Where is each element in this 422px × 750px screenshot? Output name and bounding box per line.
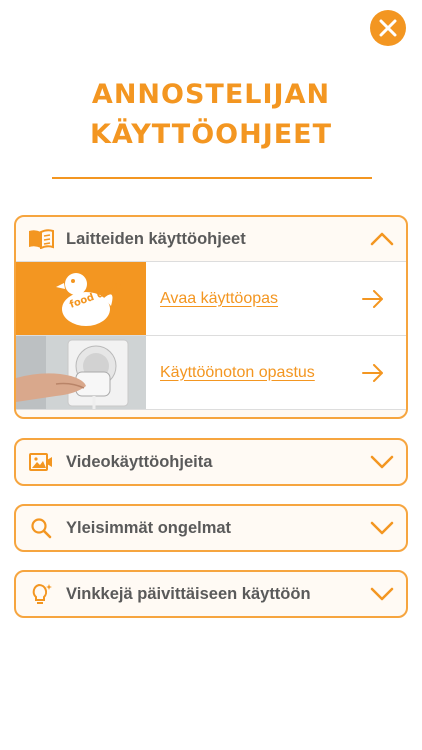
duck-logo-icon: food duck: [56, 273, 125, 326]
section-daily-tips: Vinkkejä päivittäiseen käyttöön: [14, 570, 408, 618]
lightbulb-icon: [28, 583, 54, 605]
book-icon: [28, 228, 54, 250]
close-icon: [379, 19, 397, 37]
section-header-video-guides[interactable]: Videokäyttöohjeita: [16, 440, 406, 484]
setup-guide-link[interactable]: Käyttöönoton opastus: [160, 364, 315, 382]
hand-plug-photo: [16, 336, 146, 409]
page-title: ANNOSTELIJAN KÄYTTÖOHJEET: [0, 75, 422, 155]
section-video-guides: Videokäyttöohjeita: [14, 438, 408, 486]
title-divider: [52, 177, 372, 179]
section-label: Vinkkejä päivittäiseen käyttöön: [66, 584, 311, 603]
foodduck-logo-thumbnail: food duck: [16, 262, 146, 335]
page-title-line1: ANNOSTELIJAN: [91, 79, 331, 110]
list-item-open-manual[interactable]: food duck Avaa käyttöopas: [16, 261, 406, 335]
arrow-right-icon: [362, 289, 383, 308]
chevron-down-icon: [370, 521, 394, 535]
section-device-manuals: Laitteiden käyttöohjeet food duck Avaa k…: [14, 215, 408, 419]
section-header-device-manuals[interactable]: Laitteiden käyttöohjeet: [16, 217, 406, 261]
section-label: Laitteiden käyttöohjeet: [66, 229, 246, 248]
page-title-line2: KÄYTTÖOHJEET: [89, 119, 333, 150]
section-header-daily-tips[interactable]: Vinkkejä päivittäiseen käyttöön: [16, 572, 406, 616]
setup-photo-thumbnail: [16, 336, 146, 409]
image-icon: [28, 451, 54, 473]
section-label: Videokäyttöohjeita: [66, 452, 213, 471]
search-icon: [28, 517, 54, 539]
section-label: Yleisimmät ongelmat: [66, 518, 232, 537]
section-common-problems: Yleisimmät ongelmat: [14, 504, 408, 552]
list-item-setup-guide[interactable]: Käyttöönoton opastus: [16, 335, 406, 410]
arrow-right-icon: [362, 363, 383, 382]
chevron-down-icon: [370, 587, 394, 601]
chevron-down-icon: [370, 455, 394, 469]
close-button[interactable]: [370, 10, 406, 46]
chevron-up-icon: [370, 232, 394, 246]
open-manual-link[interactable]: Avaa käyttöopas: [160, 290, 278, 308]
section-header-common-problems[interactable]: Yleisimmät ongelmat: [16, 506, 406, 550]
